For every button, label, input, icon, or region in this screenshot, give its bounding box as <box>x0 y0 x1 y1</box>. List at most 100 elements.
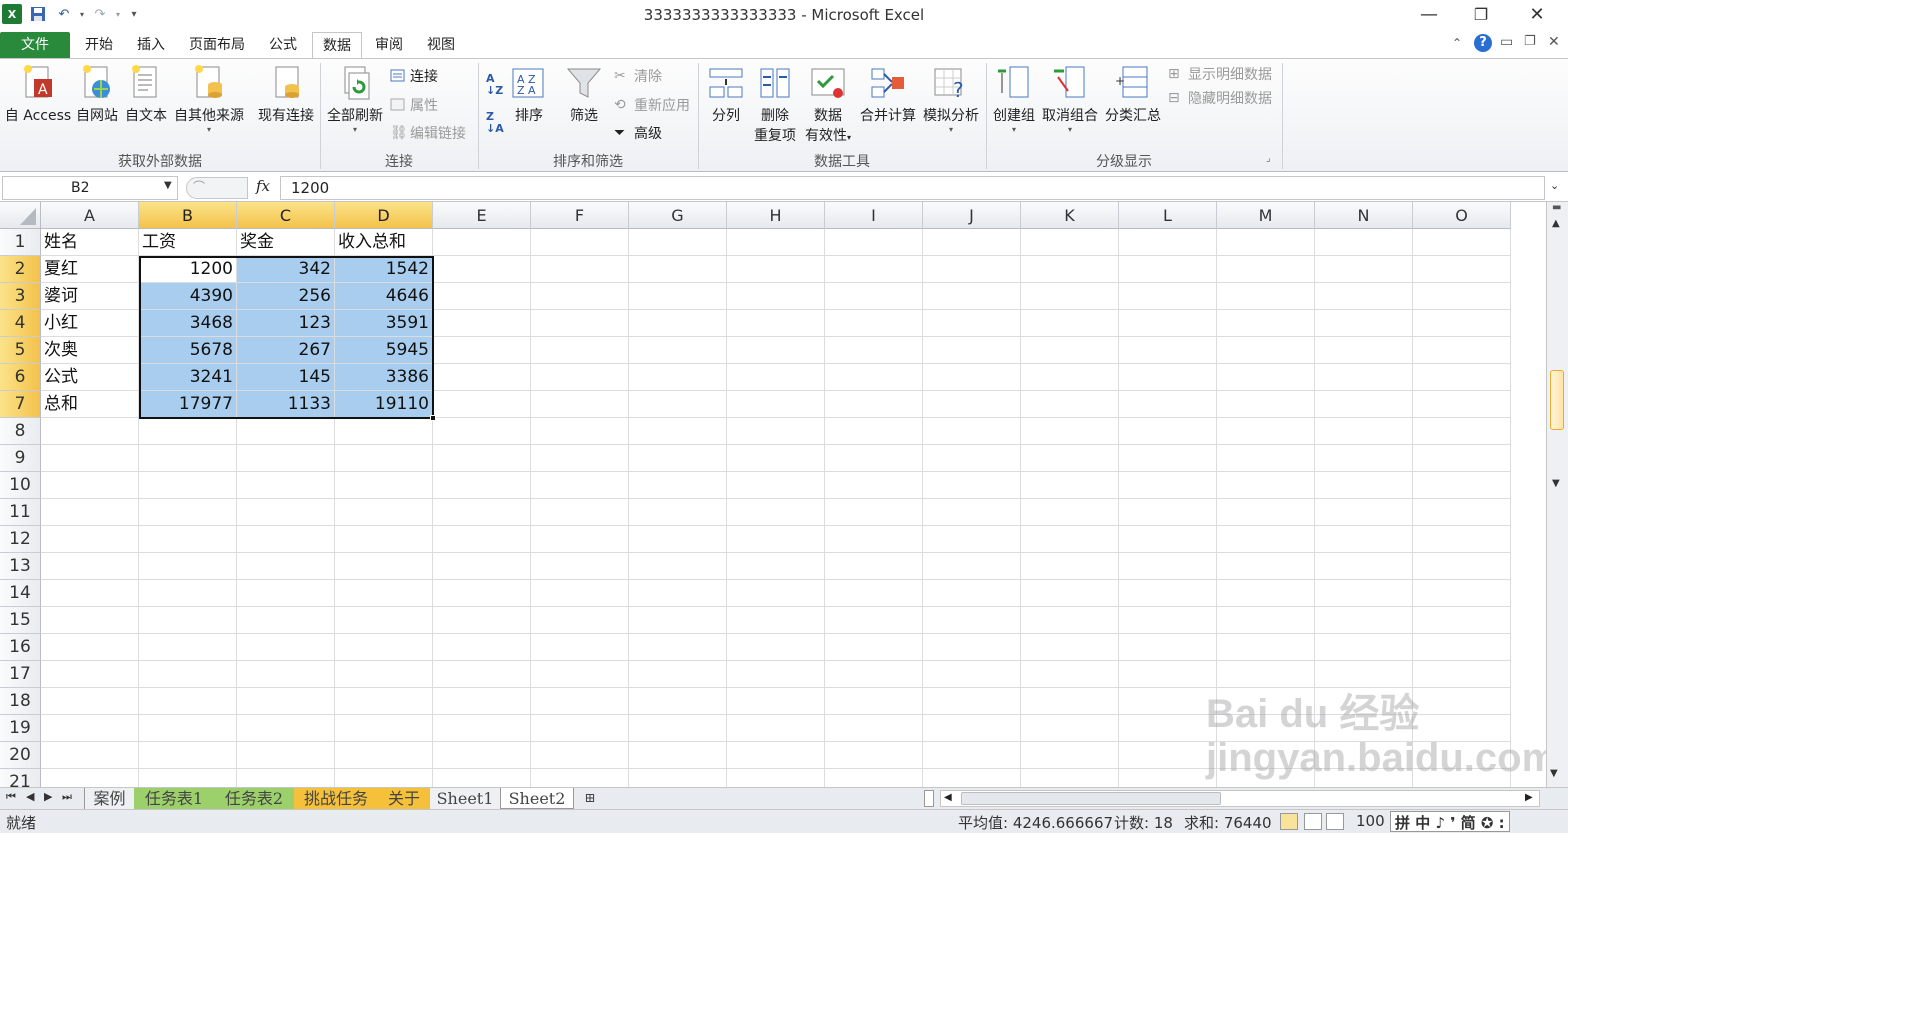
empty-cell[interactable] <box>531 310 629 337</box>
empty-cell[interactable] <box>727 499 825 526</box>
column-header-n[interactable]: N <box>1315 202 1413 229</box>
clear-button[interactable]: ✂ 清除 <box>614 65 662 87</box>
empty-cell[interactable] <box>825 364 923 391</box>
empty-cell[interactable] <box>1217 661 1315 688</box>
empty-cell[interactable] <box>727 661 825 688</box>
cell-a5[interactable]: 次奥 <box>41 337 139 364</box>
empty-cell[interactable] <box>335 499 433 526</box>
empty-cell[interactable] <box>433 769 531 787</box>
empty-cell[interactable] <box>531 742 629 769</box>
row-header-17[interactable]: 17 <box>0 661 41 688</box>
empty-cell[interactable] <box>1119 364 1217 391</box>
row-header-5[interactable]: 5 <box>0 337 41 364</box>
advanced-filter-button[interactable]: ⏷ 高级 <box>614 122 662 144</box>
empty-cell[interactable] <box>433 634 531 661</box>
sort-descending-icon[interactable]: Z ↓A <box>486 111 504 135</box>
help-icon[interactable]: ? <box>1474 34 1492 52</box>
empty-cell[interactable] <box>41 715 139 742</box>
empty-cell[interactable] <box>1021 256 1119 283</box>
empty-cell[interactable] <box>825 229 923 256</box>
data-validation-button[interactable]: 数据 有效性▾ <box>800 63 856 145</box>
empty-cell[interactable] <box>1119 391 1217 418</box>
empty-cell[interactable] <box>237 634 335 661</box>
first-sheet-icon[interactable]: ⏮ <box>6 790 16 804</box>
empty-cell[interactable] <box>629 769 727 787</box>
empty-cell[interactable] <box>335 742 433 769</box>
empty-cell[interactable] <box>433 256 531 283</box>
column-header-j[interactable]: J <box>923 202 1021 229</box>
empty-cell[interactable] <box>531 634 629 661</box>
empty-cell[interactable] <box>139 715 237 742</box>
row-header-11[interactable]: 11 <box>0 499 41 526</box>
empty-cell[interactable] <box>139 607 237 634</box>
empty-cell[interactable] <box>825 499 923 526</box>
empty-cell[interactable] <box>433 499 531 526</box>
empty-cell[interactable] <box>1021 418 1119 445</box>
empty-cell[interactable] <box>727 310 825 337</box>
empty-cell[interactable] <box>1119 229 1217 256</box>
empty-cell[interactable] <box>1217 391 1315 418</box>
empty-cell[interactable] <box>335 769 433 787</box>
empty-cell[interactable] <box>433 553 531 580</box>
empty-cell[interactable] <box>1413 310 1511 337</box>
empty-cell[interactable] <box>629 661 727 688</box>
empty-cell[interactable] <box>139 742 237 769</box>
empty-cell[interactable] <box>923 364 1021 391</box>
empty-cell[interactable] <box>629 553 727 580</box>
empty-cell[interactable] <box>1413 742 1511 769</box>
empty-cell[interactable] <box>433 364 531 391</box>
empty-cell[interactable] <box>1217 256 1315 283</box>
empty-cell[interactable] <box>41 499 139 526</box>
refresh-all-button[interactable]: 全部刷新 ▾ <box>324 63 386 134</box>
cell-d2[interactable]: 1542 <box>335 256 433 283</box>
empty-cell[interactable] <box>1413 472 1511 499</box>
sheet-tab-task1[interactable]: 任务表1 <box>134 788 214 809</box>
empty-cell[interactable] <box>139 445 237 472</box>
empty-cell[interactable] <box>531 688 629 715</box>
sheet-tab-challenge[interactable]: 挑战任务 <box>294 788 378 809</box>
cell-b4[interactable]: 3468 <box>139 310 237 337</box>
vertical-scrollbar[interactable]: ▬ ▲ ▼ ▼ <box>1546 202 1568 787</box>
empty-cell[interactable] <box>139 526 237 553</box>
empty-cell[interactable] <box>1413 256 1511 283</box>
empty-cell[interactable] <box>1315 418 1413 445</box>
empty-cell[interactable] <box>727 472 825 499</box>
empty-cell[interactable] <box>1315 715 1413 742</box>
column-header-g[interactable]: G <box>629 202 727 229</box>
row-header-14[interactable]: 14 <box>0 580 41 607</box>
empty-cell[interactable] <box>433 715 531 742</box>
cell-b7[interactable]: 17977 <box>139 391 237 418</box>
empty-cell[interactable] <box>433 310 531 337</box>
empty-cell[interactable] <box>237 769 335 787</box>
empty-cell[interactable] <box>335 661 433 688</box>
tab-split-handle[interactable] <box>924 790 934 807</box>
empty-cell[interactable] <box>1119 256 1217 283</box>
empty-cell[interactable] <box>1021 688 1119 715</box>
empty-cell[interactable] <box>825 661 923 688</box>
empty-cell[interactable] <box>1217 229 1315 256</box>
empty-cell[interactable] <box>629 445 727 472</box>
empty-cell[interactable] <box>237 607 335 634</box>
empty-cell[interactable] <box>1413 391 1511 418</box>
empty-cell[interactable] <box>923 472 1021 499</box>
page-break-view-icon[interactable] <box>1326 813 1344 830</box>
empty-cell[interactable] <box>1413 661 1511 688</box>
empty-cell[interactable] <box>1315 499 1413 526</box>
empty-cell[interactable] <box>139 472 237 499</box>
empty-cell[interactable] <box>727 715 825 742</box>
empty-cell[interactable] <box>923 688 1021 715</box>
group-button[interactable]: 创建组 ▾ <box>990 63 1038 134</box>
column-header-h[interactable]: H <box>727 202 825 229</box>
empty-cell[interactable] <box>531 769 629 787</box>
empty-cell[interactable] <box>923 742 1021 769</box>
ime-toolbar[interactable]: 拼 中 ♪ ❜ 简 ✪ : <box>1390 811 1510 832</box>
cell-c2[interactable]: 342 <box>237 256 335 283</box>
row-header-1[interactable]: 1 <box>0 229 41 256</box>
cell-b6[interactable]: 3241 <box>139 364 237 391</box>
empty-cell[interactable] <box>1119 580 1217 607</box>
empty-cell[interactable] <box>727 607 825 634</box>
row-header-8[interactable]: 8 <box>0 418 41 445</box>
column-header-d[interactable]: D <box>335 202 433 229</box>
empty-cell[interactable] <box>1021 337 1119 364</box>
empty-cell[interactable] <box>923 256 1021 283</box>
